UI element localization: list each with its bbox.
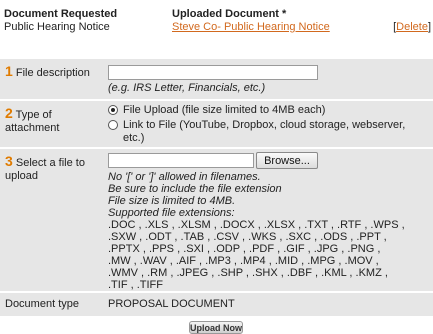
note-line: File size is limited to 4MB. [108, 195, 236, 207]
file-select-row: 3 Select a file to upload Browse... No '… [0, 149, 433, 291]
attachment-type-row: 2 Type of attachment File Upload (file s… [0, 101, 433, 147]
document-header: Document Requested Public Hearing Notice… [0, 8, 433, 38]
step-number: 3 [5, 153, 13, 169]
file-description-hint: (e.g. IRS Letter, Financials, etc.) [108, 82, 266, 94]
delete-control: [Delete] [393, 21, 431, 33]
document-type-value: PROPOSAL DOCUMENT [108, 298, 235, 310]
uploaded-document-label: Uploaded Document * [172, 8, 287, 20]
document-requested-value: Public Hearing Notice [4, 21, 110, 33]
extension-line: .DOC , .XLS , .XLSM , .DOCX , .XLSX , .T… [108, 219, 405, 231]
file-path-field[interactable] [108, 153, 254, 168]
file-description-label: 1 File description [5, 63, 105, 80]
document-requested-label: Document Requested [4, 8, 118, 20]
note-line: Be sure to include the file extension [108, 183, 282, 195]
link-option[interactable]: Link to File (YouTube, Dropbox, cloud st… [108, 119, 428, 145]
file-description-input[interactable] [108, 65, 318, 80]
step-label: File description [15, 67, 90, 79]
note-line: No '[' or ']' allowed in filenames. [108, 171, 261, 183]
uploaded-document-link[interactable]: Steve Co- Public Hearing Notice [172, 21, 330, 33]
attachment-type-label: 2 Type of attachment [5, 105, 105, 135]
extension-list: .DOC , .XLS , .XLSM , .DOCX , .XLSX , .T… [108, 219, 428, 291]
document-type-label: Document type [5, 298, 79, 310]
step-label: Select a file to upload [5, 157, 85, 182]
file-upload-radio[interactable] [108, 105, 118, 115]
delete-link[interactable]: Delete [396, 21, 428, 33]
browse-button[interactable]: Browse... [256, 152, 318, 169]
file-description-row: 1 File description (e.g. IRS Letter, Fin… [0, 59, 433, 99]
step-number: 2 [5, 105, 13, 121]
upload-now-button[interactable]: Upload Now [189, 321, 243, 334]
extension-line: .SXW , .ODT , .TAB , .CSV , .WKS , .SXC … [108, 231, 387, 243]
file-upload-label: File Upload (file size limited to 4MB ea… [123, 104, 326, 116]
extension-line: .TIF , .TIFF [108, 279, 163, 291]
delete-bracket-close: ] [427, 21, 431, 33]
file-upload-option[interactable]: File Upload (file size limited to 4MB ea… [108, 104, 428, 117]
extension-line: .MW , .WAV , .AIF , .MP3 , .MP4 , .MID ,… [108, 255, 379, 267]
link-radio[interactable] [108, 120, 118, 130]
file-picker: Browse... [108, 152, 428, 169]
step-label: Type of attachment [5, 109, 60, 134]
file-select-label: 3 Select a file to upload [5, 153, 105, 183]
extension-line: .PPTX , .PPS , .SXI , .ODP , .PDF , .GIF… [108, 243, 381, 255]
step-number: 1 [5, 63, 13, 79]
link-label: Link to File (YouTube, Dropbox, cloud st… [123, 119, 406, 144]
note-line: Supported file extensions: [108, 207, 235, 219]
document-type-row: Document type PROPOSAL DOCUMENT [0, 293, 433, 316]
extension-line: .WMV , .RM , .JPEG , .SHP , .SHX , .DBF … [108, 267, 388, 279]
upload-notes: No '[' or ']' allowed in filenames. Be s… [108, 171, 428, 219]
